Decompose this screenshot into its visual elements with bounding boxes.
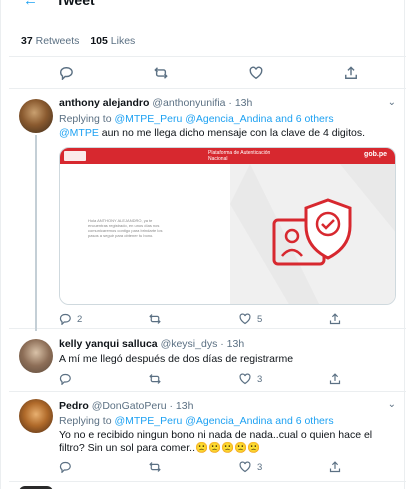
- like-count: 5: [257, 313, 263, 325]
- retweet-button[interactable]: [149, 461, 167, 473]
- tweet-body: aun no me llega dicho mensaje con la cla…: [101, 127, 365, 139]
- tweet-actions: 2 5: [59, 313, 359, 327]
- share-icon: [329, 373, 341, 385]
- share-icon[interactable]: [344, 66, 358, 80]
- reply-icon: [59, 313, 71, 325]
- tweet-header: anthony alejandro @anthonyunifia · 13h: [59, 97, 252, 109]
- image-header-bar: Plataforma de Autenticación Nacional gob…: [60, 148, 395, 164]
- replying-to-accounts[interactable]: @MTPE_Peru @Agencia_Andina and 6 others: [114, 113, 333, 125]
- reply-icon[interactable]: [59, 66, 73, 80]
- platform-title: Plataforma de Autenticación Nacional: [208, 150, 271, 162]
- share-icon: [329, 313, 341, 325]
- reply-button[interactable]: 2: [59, 313, 82, 325]
- like-icon[interactable]: [249, 66, 263, 80]
- mention-link[interactable]: @MTPE: [59, 127, 99, 139]
- likes-label[interactable]: Likes: [111, 35, 136, 47]
- like-button[interactable]: 5: [239, 313, 262, 325]
- page-header: ← Tweet: [1, 0, 406, 10]
- author-handle[interactable]: @anthonyunifia: [152, 97, 225, 109]
- retweet-button[interactable]: [149, 373, 167, 385]
- avatar[interactable]: [19, 99, 53, 133]
- retweets-count[interactable]: 37: [21, 35, 33, 47]
- author-handle[interactable]: @DonGatoPeru: [92, 400, 167, 412]
- tweet-header: kelly yanqui salluca @keysi_dys · 13h: [59, 338, 244, 350]
- share-button[interactable]: [329, 373, 347, 385]
- avatar[interactable]: [19, 399, 53, 433]
- retweet-icon: [149, 374, 161, 384]
- replying-prefix: Replying to: [59, 415, 112, 427]
- reply-button[interactable]: [59, 461, 77, 473]
- retweets-label[interactable]: Retweets: [36, 35, 80, 47]
- more-chevron-icon[interactable]: ⌄: [388, 97, 396, 108]
- replying-to-accounts[interactable]: @MTPE_Peru @Agencia_Andina and 6 others: [114, 415, 333, 427]
- replying-to: Replying to @MTPE_Peru @Agencia_Andina a…: [59, 415, 334, 427]
- replying-prefix: Replying to: [59, 113, 112, 125]
- tweet-header: Pedro @DonGatoPeru · 13h: [59, 400, 193, 412]
- reply-tweet[interactable]: Pedro @DonGatoPeru · 13h ⌄ Replying to @…: [9, 392, 406, 482]
- image-message-text: Hola ANTHONY ALEJANDRO, ya te encuentras…: [88, 218, 163, 238]
- tweet-text-line: filtro? Sin un sol para comer..🙁🙁🙁🙁🙁: [59, 442, 261, 454]
- author-name[interactable]: kelly yanqui salluca: [59, 338, 158, 350]
- tweet-text-line: Yo no e recibido ningun bono ni nada de …: [59, 429, 373, 441]
- reply-count: 2: [77, 313, 83, 325]
- tweet-text: A mí me llegó después de dos días de reg…: [59, 353, 294, 365]
- thread-line: [35, 135, 37, 331]
- shield-check-icon: [230, 164, 395, 304]
- tweet-detail-panel: ← Tweet 37 Retweets 105 Likes anthony al…: [0, 0, 406, 489]
- like-count: 3: [257, 461, 263, 473]
- share-button[interactable]: [329, 461, 347, 473]
- reniec-logo: [64, 151, 86, 161]
- tweet-actions: 3: [59, 373, 359, 387]
- reply-icon: [59, 373, 71, 385]
- likes-count[interactable]: 105: [90, 35, 108, 47]
- main-tweet-actions: [9, 57, 406, 89]
- reply-icon: [59, 461, 71, 473]
- reply-tweet[interactable]: kelly yanqui salluca @keysi_dys · 13h A …: [9, 329, 406, 392]
- like-count: 3: [257, 373, 263, 385]
- tweet-time[interactable]: · 13h: [169, 400, 193, 412]
- avatar[interactable]: [19, 339, 53, 373]
- tweet-actions: 3: [59, 461, 359, 475]
- like-icon: [239, 461, 251, 473]
- like-button[interactable]: 3: [239, 461, 262, 473]
- retweet-icon: [149, 314, 161, 324]
- reply-tweet[interactable]: anthony alejandro @anthonyunifia · 13h ⌄…: [9, 89, 406, 331]
- page-title: Tweet: [56, 0, 95, 8]
- tweet-time[interactable]: · 13h: [228, 97, 252, 109]
- image-message-panel: Hola ANTHONY ALEJANDRO, ya te encuentras…: [60, 164, 230, 304]
- reply-button[interactable]: [59, 373, 77, 385]
- retweet-button[interactable]: [149, 313, 167, 325]
- gob-pe-label: gob.pe: [364, 151, 387, 158]
- like-icon: [239, 313, 251, 325]
- author-handle[interactable]: @keysi_dys: [161, 338, 218, 350]
- tweet-stats: 37 Retweets 105 Likes: [9, 27, 406, 57]
- back-arrow-icon[interactable]: ←: [23, 0, 38, 9]
- author-name[interactable]: Pedro: [59, 400, 89, 412]
- tweet-text: Yo no e recibido ningun bono ni nada de …: [59, 429, 389, 455]
- tweet-image[interactable]: Plataforma de Autenticación Nacional gob…: [59, 147, 396, 305]
- retweet-icon[interactable]: [154, 66, 168, 80]
- tweet-time[interactable]: · 13h: [220, 338, 244, 350]
- image-illustration-panel: [230, 164, 395, 304]
- author-name[interactable]: anthony alejandro: [59, 97, 149, 109]
- like-icon: [239, 373, 251, 385]
- replying-to: Replying to @MTPE_Peru @Agencia_Andina a…: [59, 113, 334, 125]
- retweet-icon: [149, 462, 161, 472]
- share-icon: [329, 461, 341, 473]
- like-button[interactable]: 3: [239, 373, 262, 385]
- share-button[interactable]: [329, 313, 347, 325]
- more-chevron-icon[interactable]: ⌄: [388, 399, 396, 410]
- tweet-text: @MTPE aun no me llega dicho mensaje con …: [59, 127, 389, 140]
